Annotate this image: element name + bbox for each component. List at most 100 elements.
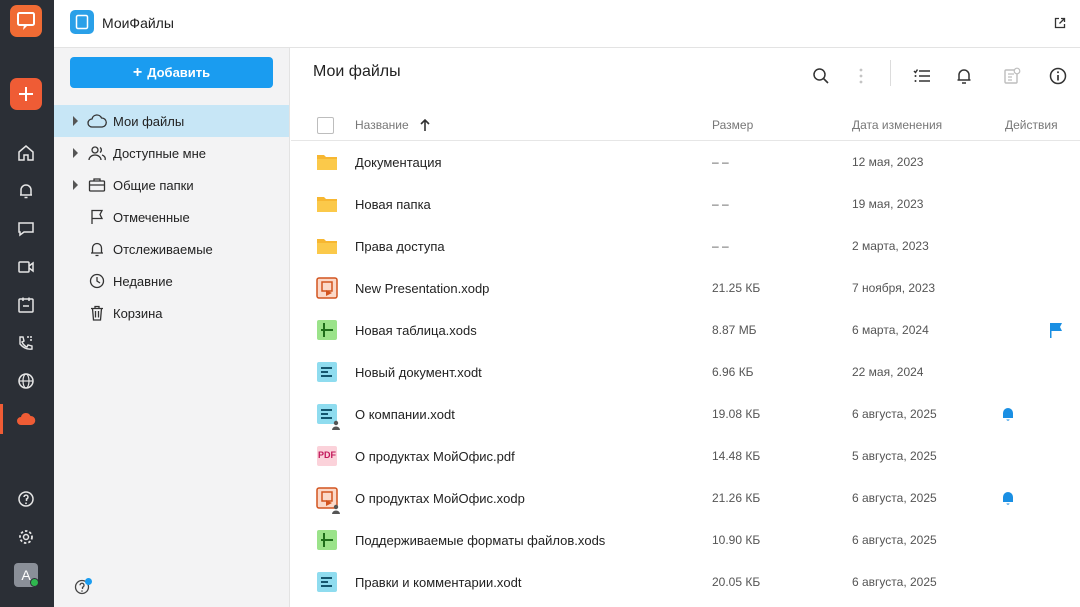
online-status-dot — [30, 578, 39, 587]
toolbar-divider — [890, 60, 891, 86]
sidebar-item-trash[interactable]: Корзина — [54, 297, 289, 329]
sidebar-item-label: Доступные мне — [113, 146, 207, 161]
pdf-icon: PDF — [315, 444, 339, 468]
table-row[interactable]: Документация – – 12 мая, 2023 — [291, 141, 1080, 183]
phone-icon[interactable] — [14, 331, 38, 355]
add-button-label: Добавить — [147, 65, 211, 80]
expand-caret-icon[interactable] — [73, 116, 78, 126]
open-external-icon[interactable] — [1054, 16, 1066, 34]
sidebar-item-shared-with-me[interactable]: Доступные мне — [54, 137, 289, 169]
file-size: – – — [712, 239, 729, 253]
sidebar-item-label: Отмеченные — [113, 210, 190, 225]
calendar-icon[interactable] — [14, 293, 38, 317]
people-icon — [87, 143, 107, 163]
expand-caret-icon[interactable] — [73, 180, 78, 190]
file-name: Правки и комментарии.xodt — [355, 575, 522, 590]
file-modified-date: 6 августа, 2025 — [852, 575, 937, 589]
table-row[interactable]: Новая папка – – 19 мая, 2023 — [291, 183, 1080, 225]
file-size: 20.05 КБ — [712, 575, 761, 589]
list-view-icon[interactable] — [910, 64, 934, 88]
table-row[interactable]: Новая таблица.xods 8.87 МБ 6 марта, 2024 — [291, 309, 1080, 351]
active-indicator — [0, 404, 3, 434]
sidebar-item-label: Корзина — [113, 306, 163, 321]
more-vertical-icon[interactable] — [849, 64, 873, 88]
settings-gear-icon[interactable] — [14, 525, 38, 549]
bell-icon[interactable] — [14, 179, 38, 203]
document-icon — [315, 360, 339, 384]
page-title: Мои файлы — [313, 63, 401, 80]
shared-user-icon — [331, 501, 341, 514]
sidebar-item-flagged[interactable]: Отмеченные — [54, 201, 289, 233]
table-row[interactable]: Правки и комментарии.xodt 20.05 КБ 6 авгус… — [291, 561, 1080, 603]
column-header-date[interactable]: Дата изменения — [852, 118, 942, 132]
notifications-bell-icon[interactable] — [952, 64, 976, 88]
sidebar-item-label: Общие папки — [113, 178, 194, 193]
flag-icon — [87, 207, 107, 227]
product-logo-icon[interactable] — [10, 5, 42, 37]
file-size: 21.26 КБ — [712, 491, 761, 505]
file-size: 14.48 КБ — [712, 449, 761, 463]
table-row[interactable]: New Presentation.xodp 21.25 КБ 7 ноября, 2… — [291, 267, 1080, 309]
spreadsheet-icon — [315, 528, 339, 552]
table-row[interactable]: PDF О продуктах МойОфис.pdf 14.48 КБ 5 авгу… — [291, 435, 1080, 477]
folder-icon — [315, 234, 339, 258]
file-size: – – — [712, 197, 729, 211]
document-icon — [315, 570, 339, 594]
bell-icon — [87, 239, 107, 259]
file-name: Поддерживаемые форматы файлов.xods — [355, 533, 606, 548]
cloud-icon[interactable] — [14, 407, 38, 431]
chat-icon[interactable] — [14, 217, 38, 241]
flag-icon[interactable] — [1048, 322, 1064, 338]
select-all-checkbox[interactable] — [317, 117, 334, 134]
watch-bell-icon[interactable] — [1000, 406, 1016, 422]
info-icon[interactable] — [1046, 64, 1070, 88]
table-row[interactable]: О компании.xodt 19.08 КБ 6 августа, 2025 — [291, 393, 1080, 435]
sidebar-item-label: Недавние — [113, 274, 173, 289]
clock-icon — [87, 271, 107, 291]
video-icon[interactable] — [14, 255, 38, 279]
file-modified-date: 6 августа, 2025 — [852, 407, 937, 421]
sidebar-item-label: Отслеживаемые — [113, 242, 213, 257]
file-name: Документация — [355, 155, 442, 170]
add-button[interactable]: + Добавить — [70, 57, 273, 88]
notification-dot — [85, 578, 92, 585]
plus-icon: + — [132, 63, 143, 81]
file-size: 10.90 КБ — [712, 533, 761, 547]
sidebar: + Добавить Мои файлы Доступные мне Общие… — [54, 48, 290, 607]
search-icon[interactable] — [809, 64, 833, 88]
table-row[interactable]: О продуктах МойОфис.xodp 21.26 КБ 6 август… — [291, 477, 1080, 519]
file-modified-date: 7 ноября, 2023 — [852, 281, 936, 295]
column-header-size[interactable]: Размер — [712, 118, 753, 132]
app-title: МоиФайлы — [102, 15, 174, 31]
file-size: 8.87 МБ — [712, 323, 757, 337]
sidebar-item-label: Мои файлы — [113, 114, 185, 129]
table-row[interactable]: Новый документ.xodt 6.96 КБ 22 мая, 2024 — [291, 351, 1080, 393]
sort-ascending-arrow-icon[interactable] — [420, 118, 430, 136]
file-modified-date: 5 августа, 2025 — [852, 449, 937, 463]
file-modified-date: 12 мая, 2023 — [852, 155, 924, 169]
globe-icon[interactable] — [14, 369, 38, 393]
table-row[interactable]: Поддерживаемые форматы файлов.xods 10.90 … — [291, 519, 1080, 561]
document-icon — [315, 402, 340, 430]
sidebar-item-my-files[interactable]: Мои файлы — [54, 105, 289, 137]
file-modified-date: 19 мая, 2023 — [852, 197, 924, 211]
column-header-actions: Действия — [1005, 118, 1058, 132]
table-row[interactable]: Права доступа – – 2 марта, 2023 — [291, 225, 1080, 267]
column-header-name[interactable]: Название — [355, 118, 409, 132]
watch-bell-icon[interactable] — [1000, 490, 1016, 506]
expand-caret-icon[interactable] — [73, 148, 78, 158]
file-modified-date: 2 марта, 2023 — [852, 239, 929, 253]
home-icon[interactable] — [14, 141, 38, 165]
folder-icon — [315, 150, 339, 174]
spreadsheet-icon — [315, 318, 339, 342]
file-name: О продуктах МойОфис.xodp — [355, 491, 525, 506]
sidebar-item-recent[interactable]: Недавние — [54, 265, 289, 297]
sidebar-item-shared-folders[interactable]: Общие папки — [54, 169, 289, 201]
file-name: О компании.xodt — [355, 407, 455, 422]
presentation-icon — [315, 276, 339, 300]
help-icon[interactable] — [14, 487, 38, 511]
create-plus-icon[interactable] — [10, 78, 42, 110]
file-name: Права доступа — [355, 239, 445, 254]
calendar-settings-icon[interactable] — [1000, 64, 1024, 88]
sidebar-item-watched[interactable]: Отслеживаемые — [54, 233, 289, 265]
